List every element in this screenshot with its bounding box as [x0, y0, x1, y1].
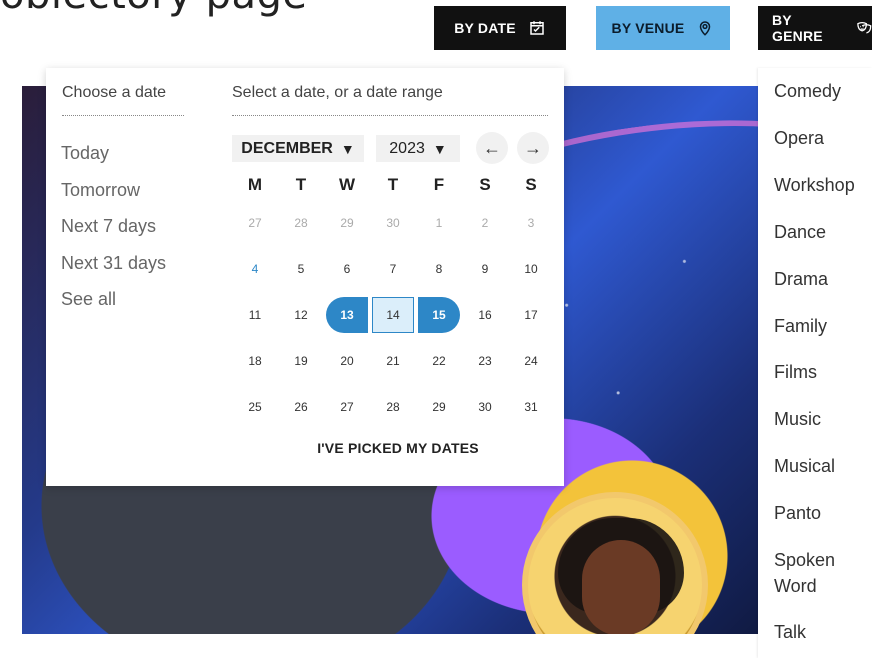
quick-option-today[interactable]: Today — [61, 135, 166, 172]
genre-item-films[interactable]: Films — [774, 359, 872, 385]
genre-item-dance[interactable]: Dance — [774, 219, 872, 245]
portrait-hair-shape — [558, 518, 684, 614]
genre-item-panto[interactable]: Panto — [774, 500, 872, 526]
quick-option-tomorrow[interactable]: Tomorrow — [61, 172, 166, 209]
genre-item-musical[interactable]: Musical — [774, 453, 872, 479]
calendar-day[interactable]: 1 — [421, 205, 457, 241]
genre-item-talk[interactable]: Talk — [774, 619, 872, 645]
arrow-left-icon: ← — [483, 137, 501, 158]
calendar-day[interactable]: 4 — [237, 251, 273, 287]
weekday-label: T — [387, 175, 399, 194]
calendar-week: 11 12 13 14 15 16 17 — [232, 292, 552, 338]
calendar-week: 18 19 20 21 22 23 24 — [232, 338, 552, 384]
calendar-day[interactable]: 26 — [283, 389, 319, 425]
weekday-header: M T W T F S S — [232, 170, 552, 200]
calendar-week: 4 5 6 7 8 9 10 — [232, 246, 552, 292]
quick-option-next-7-days[interactable]: Next 7 days — [61, 208, 166, 245]
calendar-day[interactable]: 30 — [375, 205, 411, 241]
next-month-button[interactable]: → — [517, 132, 549, 164]
weekday-label: T — [295, 175, 307, 194]
genre-item-comedy[interactable]: Comedy — [774, 78, 872, 104]
genre-item-drama[interactable]: Drama — [774, 266, 872, 292]
quick-option-see-all[interactable]: See all — [61, 281, 166, 318]
choose-date-divider — [62, 115, 184, 116]
calendar-day[interactable]: 21 — [375, 343, 411, 379]
calendar-day[interactable]: 23 — [467, 343, 503, 379]
calendar-day[interactable]: 7 — [375, 251, 411, 287]
by-venue-button[interactable]: BY VENUE — [596, 6, 730, 50]
genre-item-music[interactable]: Music — [774, 406, 872, 432]
calendar-day[interactable]: 10 — [513, 251, 549, 287]
calendar-day[interactable]: 8 — [421, 251, 457, 287]
calendar-day[interactable]: 27 — [237, 205, 273, 241]
calendar-week: 25 26 27 28 29 30 31 — [232, 384, 552, 430]
calendar-day[interactable]: 11 — [237, 297, 273, 333]
page-heading-fragment: oblectory page — [0, 0, 307, 18]
by-date-button[interactable]: BY DATE — [434, 6, 566, 50]
weekday-label: W — [338, 175, 356, 194]
calendar-day[interactable]: 28 — [375, 389, 411, 425]
calendar-day[interactable]: 3 — [513, 205, 549, 241]
by-genre-button[interactable]: BY GENRE — [758, 6, 872, 50]
calendar-day[interactable]: 24 — [513, 343, 549, 379]
genre-item-opera[interactable]: Opera — [774, 125, 872, 151]
calendar-day[interactable]: 16 — [467, 297, 503, 333]
portrait-face-shape — [582, 540, 660, 634]
weekday-label: S — [479, 175, 491, 194]
calendar-day[interactable]: 20 — [329, 343, 365, 379]
genre-item-workshop[interactable]: Workshop — [774, 172, 872, 198]
quick-date-options: Today Tomorrow Next 7 days Next 31 days … — [61, 135, 166, 318]
select-date-divider — [232, 115, 548, 116]
picked-dates-button[interactable]: I'VE PICKED MY DATES — [282, 434, 514, 462]
calendar-day[interactable]: 2 — [467, 205, 503, 241]
quick-option-next-31-days[interactable]: Next 31 days — [61, 245, 166, 282]
weekday-label: S — [525, 175, 537, 194]
genre-dropdown-menu: Comedy Opera Workshop Dance Drama Family… — [758, 68, 872, 658]
arrow-right-icon: → — [524, 137, 542, 158]
year-select[interactable]: 2023 ▼ — [376, 135, 460, 162]
date-picker-popover: Choose a date Today Tomorrow Next 7 days… — [46, 68, 564, 486]
month-value: DECEMBER — [241, 139, 333, 157]
calendar-day[interactable]: 22 — [421, 343, 457, 379]
calendar-grid: M T W T F S S 27 28 29 30 1 2 3 4 5 6 7 … — [232, 170, 552, 430]
calendar-day[interactable]: 17 — [513, 297, 549, 333]
by-venue-label: BY VENUE — [611, 20, 685, 36]
by-date-label: BY DATE — [454, 20, 516, 36]
by-genre-label: BY GENRE — [772, 12, 823, 44]
calendar-day[interactable]: 31 — [513, 389, 549, 425]
calendar-week: 27 28 29 30 1 2 3 — [232, 200, 552, 246]
previous-month-button[interactable]: ← — [476, 132, 508, 164]
calendar-day[interactable]: 18 — [237, 343, 273, 379]
calendar-day[interactable]: 28 — [283, 205, 319, 241]
location-pin-icon — [700, 21, 711, 36]
calendar-day-in-range[interactable]: 14 — [372, 297, 414, 333]
year-value: 2023 — [389, 139, 425, 157]
caret-down-icon: ▼ — [340, 140, 355, 157]
weekday-label: M — [247, 175, 263, 194]
choose-date-title: Choose a date — [62, 84, 167, 101]
weekday-label: F — [433, 175, 445, 194]
calendar-day[interactable]: 27 — [329, 389, 365, 425]
caret-down-icon: ▼ — [432, 140, 447, 157]
genre-item-spoken-word[interactable]: Spoken Word — [774, 547, 872, 599]
calendar-day-range-start[interactable]: 13 — [326, 297, 368, 333]
calendar-day[interactable]: 29 — [421, 389, 457, 425]
select-date-range-title: Select a date, or a date range — [232, 84, 443, 101]
theatre-masks-icon — [857, 22, 872, 34]
performer-portrait — [522, 492, 708, 634]
calendar-day[interactable]: 12 — [283, 297, 319, 333]
calendar-day[interactable]: 19 — [283, 343, 319, 379]
calendar-icon — [530, 21, 544, 35]
month-select[interactable]: DECEMBER ▼ — [232, 135, 364, 162]
calendar-day[interactable]: 30 — [467, 389, 503, 425]
calendar-day[interactable]: 9 — [467, 251, 503, 287]
calendar-day[interactable]: 25 — [237, 389, 273, 425]
calendar-day[interactable]: 5 — [283, 251, 319, 287]
calendar-day[interactable]: 29 — [329, 205, 365, 241]
calendar-day[interactable]: 6 — [329, 251, 365, 287]
calendar-day-range-end[interactable]: 15 — [418, 297, 460, 333]
genre-item-family[interactable]: Family — [774, 313, 872, 339]
